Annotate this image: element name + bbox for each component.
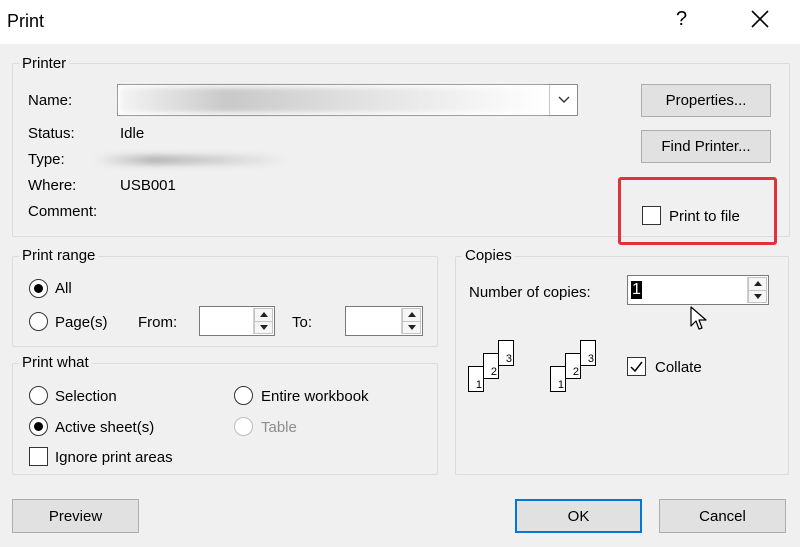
arrow-down-icon xyxy=(753,293,762,299)
window-title: Print xyxy=(7,11,45,31)
print-range-group-label: Print range xyxy=(19,247,99,264)
ignore-print-areas-checkbox[interactable] xyxy=(29,447,48,466)
arrow-up-icon xyxy=(407,312,416,318)
page-icon: 3 xyxy=(498,340,514,366)
printer-group-label: Printer xyxy=(19,55,70,72)
printer-where-value: USB001 xyxy=(120,177,176,194)
printer-type-value xyxy=(95,155,290,165)
print-what-group-label: Print what xyxy=(19,354,92,371)
arrow-down-icon xyxy=(407,324,416,330)
printer-type-label: Type: xyxy=(28,151,65,168)
printer-name-label: Name: xyxy=(28,92,73,109)
printer-name-combobox[interactable] xyxy=(117,84,578,116)
printer-name-dropdown[interactable] xyxy=(549,85,577,115)
page-icon: 3 xyxy=(580,340,596,366)
page-icon: 2 xyxy=(565,353,581,379)
active-sheets-radio[interactable] xyxy=(29,417,48,436)
printer-comment-label: Comment: xyxy=(28,203,98,220)
page-icon: 2 xyxy=(483,353,499,379)
entire-workbook-label[interactable]: Entire workbook xyxy=(261,388,369,405)
printer-where-label: Where: xyxy=(28,177,77,194)
collate-checkbox[interactable] xyxy=(627,357,646,376)
page-icon: 1 xyxy=(468,366,484,392)
printer-status-label: Status: xyxy=(28,125,75,142)
help-button[interactable]: ? xyxy=(676,8,687,31)
from-spinbox[interactable] xyxy=(199,306,275,336)
preview-button[interactable]: Preview xyxy=(12,499,139,533)
mouse-cursor-icon xyxy=(690,306,707,330)
to-label: To: xyxy=(292,314,313,331)
number-of-copies-label: Number of copies: xyxy=(469,284,591,301)
from-up-button[interactable] xyxy=(254,308,273,322)
copies-down-button[interactable] xyxy=(748,290,767,303)
collate-stack-1: 3 2 1 xyxy=(468,340,518,392)
close-icon xyxy=(751,10,769,28)
from-spinner[interactable] xyxy=(253,308,273,334)
ok-button[interactable]: OK xyxy=(515,499,642,533)
to-spinbox[interactable] xyxy=(345,306,423,336)
close-button[interactable] xyxy=(748,7,772,31)
collate-label[interactable]: Collate xyxy=(655,359,702,376)
arrow-down-icon xyxy=(259,324,268,330)
cancel-button[interactable]: Cancel xyxy=(659,499,786,533)
number-of-copies-value[interactable]: 1 xyxy=(631,281,642,299)
copies-up-button[interactable] xyxy=(748,277,767,291)
print-to-file-checkbox[interactable] xyxy=(642,206,661,225)
copies-spinner[interactable] xyxy=(747,277,767,303)
find-printer-button[interactable]: Find Printer... xyxy=(641,130,771,163)
selection-radio[interactable] xyxy=(29,386,48,405)
print-range-pages-label[interactable]: Page(s) xyxy=(55,314,108,331)
checkmark-icon xyxy=(630,361,643,373)
to-down-button[interactable] xyxy=(402,321,421,334)
page-icon: 1 xyxy=(550,366,566,392)
to-spinner[interactable] xyxy=(401,308,421,334)
table-radio xyxy=(234,417,253,436)
from-label: From: xyxy=(138,314,178,331)
printer-name-value xyxy=(120,87,548,113)
print-range-pages-radio[interactable] xyxy=(29,312,48,331)
from-down-button[interactable] xyxy=(254,321,273,334)
selection-label[interactable]: Selection xyxy=(55,388,117,405)
arrow-up-icon xyxy=(259,312,268,318)
printer-status-value: Idle xyxy=(120,125,145,142)
collate-stack-2: 3 2 1 xyxy=(550,340,600,392)
ignore-print-areas-label[interactable]: Ignore print areas xyxy=(55,449,173,466)
entire-workbook-radio[interactable] xyxy=(234,386,253,405)
number-of-copies-spinbox[interactable]: 1 xyxy=(627,275,769,305)
print-range-all-radio[interactable] xyxy=(29,279,48,298)
to-up-button[interactable] xyxy=(402,308,421,322)
arrow-up-icon xyxy=(753,281,762,287)
properties-button[interactable]: Properties... xyxy=(641,84,771,117)
copies-group-label: Copies xyxy=(462,247,515,264)
print-to-file-label[interactable]: Print to file xyxy=(669,208,740,225)
active-sheets-label[interactable]: Active sheet(s) xyxy=(55,419,154,436)
print-range-all-label[interactable]: All xyxy=(55,280,72,297)
table-label: Table xyxy=(261,419,297,436)
chevron-down-icon xyxy=(558,96,569,103)
